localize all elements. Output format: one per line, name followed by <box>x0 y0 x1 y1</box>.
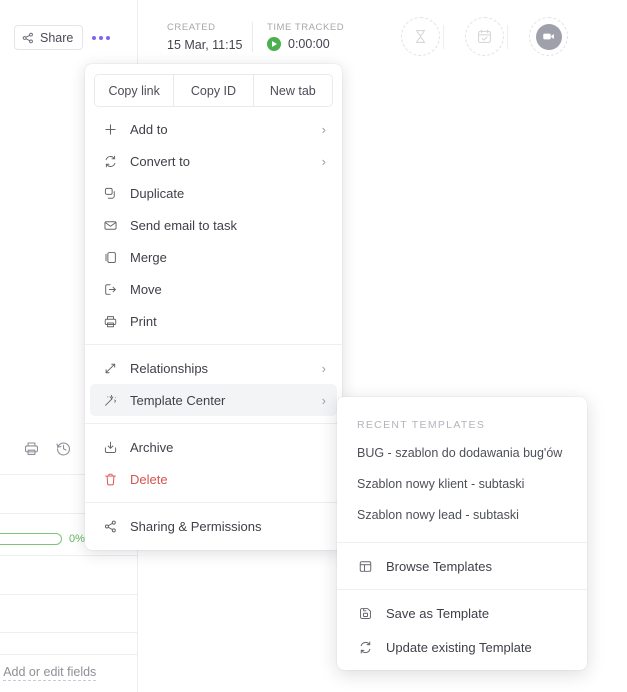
save-disk-icon <box>357 605 374 622</box>
menu-item-relationships[interactable]: Relationships › <box>90 352 337 384</box>
left-panel-rule-6 <box>0 654 137 655</box>
template-item-bug[interactable]: BUG - szablon do dodawania bug'ów <box>337 437 587 468</box>
share-button-label: Share <box>40 30 74 45</box>
menu-item-send-email-to-task[interactable]: Send email to task <box>90 209 337 241</box>
menu-item-move[interactable]: Move <box>90 273 337 305</box>
refresh-icon <box>357 639 374 656</box>
hourglass-icon <box>412 28 429 45</box>
record-clip-button[interactable] <box>529 17 568 56</box>
time-tracked-label: TIME TRACKED <box>267 22 345 33</box>
more-options-button[interactable] <box>85 28 117 48</box>
toolbar-icon-separator-2 <box>507 25 508 49</box>
print-icon <box>101 312 119 330</box>
menu-item-label: Relationships <box>130 360 209 376</box>
ellipsis-icon-dot-2 <box>99 36 103 40</box>
recent-templates-heading: RECENT TEMPLATES <box>357 419 486 431</box>
relationships-icon <box>101 359 119 377</box>
left-panel-rule-3 <box>0 555 137 556</box>
left-panel-rule-4 <box>0 594 137 595</box>
browse-templates-label: Browse Templates <box>386 558 492 574</box>
trash-icon <box>101 470 119 488</box>
add-or-edit-fields-button[interactable]: + Add or edit fields <box>0 665 97 681</box>
play-circle-icon[interactable] <box>267 37 281 51</box>
menu-item-archive[interactable]: Archive <box>90 431 337 463</box>
envelope-icon <box>101 216 119 234</box>
toolbar-icon-separator-1 <box>443 25 444 49</box>
menu-item-label: Print <box>130 313 157 329</box>
menu-item-print[interactable]: Print <box>90 305 337 337</box>
menu-item-merge[interactable]: Merge <box>90 241 337 273</box>
quick-action-group: Copy link Copy ID New tab <box>94 74 333 107</box>
chevron-right-icon: › <box>321 153 326 169</box>
top-toolbar: Share CREATED 15 Mar, 11:15 TIME TRACKED… <box>0 0 627 74</box>
copy-id-button[interactable]: Copy ID <box>173 75 253 106</box>
due-date-button[interactable] <box>465 17 504 56</box>
left-panel-rule-5 <box>0 632 137 633</box>
chevron-right-icon: › <box>321 360 326 376</box>
submenu-divider-2 <box>337 589 587 590</box>
task-context-menu: Copy link Copy ID New tab Add to › Conve… <box>85 64 342 550</box>
menu-item-label: Convert to <box>130 153 190 169</box>
menu-item-template-center[interactable]: Template Center › <box>90 384 337 416</box>
browse-templates-item[interactable]: Browse Templates <box>337 549 587 583</box>
new-tab-button[interactable]: New tab <box>252 75 332 106</box>
menu-divider-3 <box>85 502 342 503</box>
created-meta: CREATED 15 Mar, 11:15 <box>167 22 243 52</box>
chevron-right-icon: › <box>321 121 326 137</box>
time-tracked-meta: TIME TRACKED 0:00:00 <box>267 22 344 51</box>
merge-icon <box>101 248 119 266</box>
menu-divider-2 <box>85 423 342 424</box>
created-value: 15 Mar, 11:15 <box>167 38 243 52</box>
duplicate-icon <box>101 184 119 202</box>
menu-item-label: Duplicate <box>130 185 185 201</box>
history-clock-icon[interactable] <box>55 440 72 457</box>
menu-item-label: Move <box>130 281 162 297</box>
share-nodes-icon <box>22 32 34 44</box>
calendar-check-icon <box>476 28 493 45</box>
progress-bar-track <box>0 533 62 545</box>
browse-layout-icon <box>357 558 374 575</box>
menu-item-sharing-permissions[interactable]: Sharing & Permissions <box>90 510 337 542</box>
chevron-right-icon: › <box>321 392 326 408</box>
menu-item-label: Add to <box>130 121 168 137</box>
template-item-nowy-klient[interactable]: Szablon nowy klient - subtaski <box>337 468 587 499</box>
copy-link-button[interactable]: Copy link <box>95 75 174 106</box>
menu-item-delete[interactable]: Delete <box>90 463 337 495</box>
hourglass-button[interactable] <box>401 17 440 56</box>
template-item-nowy-lead[interactable]: Szablon nowy lead - subtaski <box>337 499 587 530</box>
share-button[interactable]: Share <box>14 25 84 50</box>
menu-item-label: Delete <box>130 471 168 487</box>
move-arrow-icon <box>101 280 119 298</box>
progress-field[interactable]: 0% <box>0 533 96 545</box>
ellipsis-icon-dot-3 <box>106 36 110 40</box>
menu-item-label: Template Center <box>130 392 226 408</box>
print-icon[interactable] <box>23 440 40 457</box>
menu-divider-1 <box>85 344 342 345</box>
meta-separator <box>252 22 253 52</box>
created-label: CREATED <box>167 22 216 33</box>
share-nodes-icon <box>101 517 119 535</box>
time-tracked-value: 0:00:00 <box>288 37 330 51</box>
template-center-submenu: RECENT TEMPLATES BUG - szablon do dodawa… <box>337 397 587 670</box>
update-existing-template-label: Update existing Template <box>386 639 532 655</box>
plus-icon <box>101 120 119 138</box>
magic-wand-icon <box>101 391 119 409</box>
menu-item-duplicate[interactable]: Duplicate <box>90 177 337 209</box>
ellipsis-icon-dot-1 <box>92 36 96 40</box>
save-as-template-item[interactable]: Save as Template <box>337 596 587 630</box>
archive-box-icon <box>101 438 119 456</box>
menu-item-convert-to[interactable]: Convert to › <box>90 145 337 177</box>
convert-arrows-icon <box>101 152 119 170</box>
add-or-edit-fields-label: Add or edit fields <box>3 665 97 681</box>
submenu-divider-1 <box>337 542 587 543</box>
menu-item-add-to[interactable]: Add to › <box>90 113 337 145</box>
menu-item-label: Send email to task <box>130 217 237 233</box>
update-existing-template-item[interactable]: Update existing Template <box>337 630 587 664</box>
progress-percent-label: 0% <box>69 533 85 545</box>
menu-item-label: Archive <box>130 439 174 455</box>
menu-item-label: Merge <box>130 249 167 265</box>
save-as-template-label: Save as Template <box>386 605 490 621</box>
menu-item-label: Sharing & Permissions <box>130 518 262 534</box>
video-camera-icon <box>535 23 562 50</box>
